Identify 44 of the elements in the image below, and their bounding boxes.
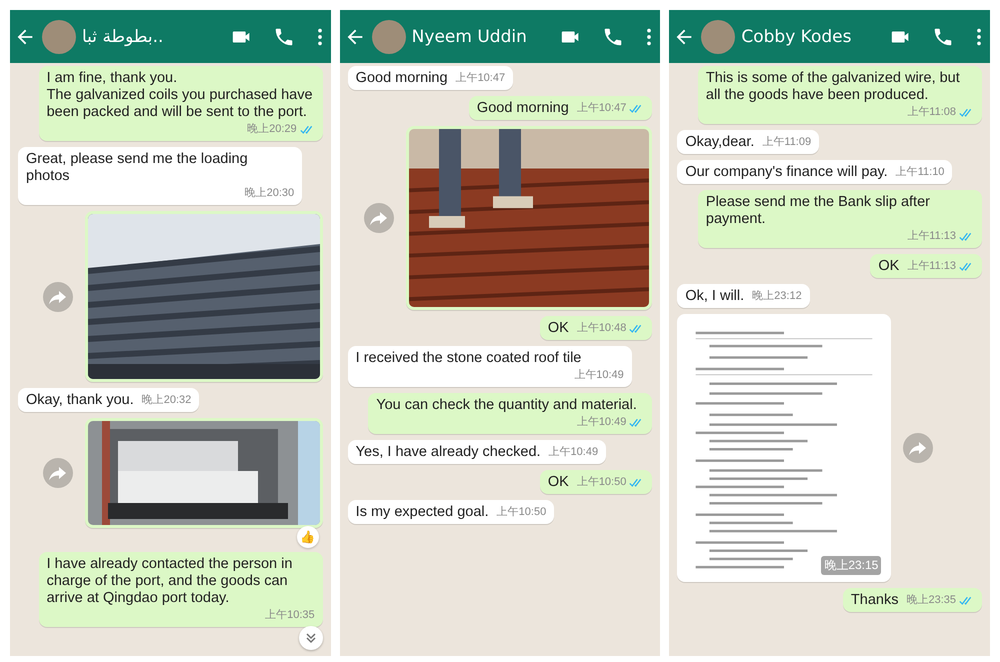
message-time: 上午10:47	[456, 71, 506, 86]
message-text: Okay, thank you.	[26, 392, 134, 409]
message-time: 晚上20:32	[142, 393, 192, 408]
message-text: You can check the quantity and material.	[376, 397, 637, 414]
message-text: Ok, I will.	[685, 288, 744, 305]
message-time: 上午10:49	[548, 445, 598, 460]
message-text: Okay,dear.	[685, 134, 754, 151]
message-time: 晚上23:12	[752, 289, 802, 304]
message-text: I received the stone coated roof tile	[356, 350, 582, 367]
message-text: Our company's finance will pay.	[685, 164, 888, 181]
message-time: 晚上23:35	[906, 593, 956, 608]
message-text: This is some of the galvanized wire, but all the goods have been produced.	[706, 70, 961, 104]
message-time: 上午10:50	[496, 505, 546, 520]
message-time: 上午10:47	[576, 101, 626, 116]
message-time: 上午11:08	[907, 105, 956, 120]
message-time: 上午10:49	[576, 415, 626, 430]
message-time: 上午11:13	[907, 229, 956, 244]
message-text: Yes, I have already checked.	[356, 444, 541, 461]
message-time: 晚上20:29	[247, 122, 297, 137]
message-text: Please send me the Bank slip after payment.	[706, 194, 931, 228]
message-text: Thanks	[850, 592, 898, 609]
message-text: Great, please send me the loading photos	[26, 151, 249, 185]
message-text: OK	[878, 258, 900, 275]
message-text: Is my expected goal.	[356, 504, 489, 521]
message-text: I am fine, thank you. The galvanized coils you purchased have been packed and will be sent to the port.	[46, 70, 314, 121]
contact-name[interactable]: Nyeem Uddin	[412, 26, 540, 46]
message-time: 上午10:35	[265, 608, 315, 623]
message-text: Good morning	[356, 70, 448, 87]
message-time: 上午10:48	[576, 321, 626, 336]
message-text: OK	[548, 474, 569, 491]
message-time: 上午10:50	[576, 475, 626, 490]
message-text: I have already contacted the person in charge of the port, and the goods can arrive at Qingdao port today.	[46, 556, 294, 607]
contact-name[interactable]: Cobby Kodes	[741, 26, 870, 46]
scroll-down-button[interactable]	[298, 626, 323, 650]
double-chevron-down-icon	[304, 632, 317, 644]
message-text: OK	[548, 320, 569, 337]
message-time: 晚上23:15	[821, 556, 882, 575]
message-time: 上午11:13	[907, 259, 956, 274]
message-time: 上午11:09	[762, 135, 812, 150]
message-time: 上午11:10	[896, 165, 944, 180]
message-time: 晚上20:30	[244, 186, 294, 201]
message-time: 上午10:49	[574, 368, 624, 383]
contact-name[interactable]: بطوطة ثبا..	[82, 26, 211, 46]
message-text: Good morning	[476, 100, 569, 117]
